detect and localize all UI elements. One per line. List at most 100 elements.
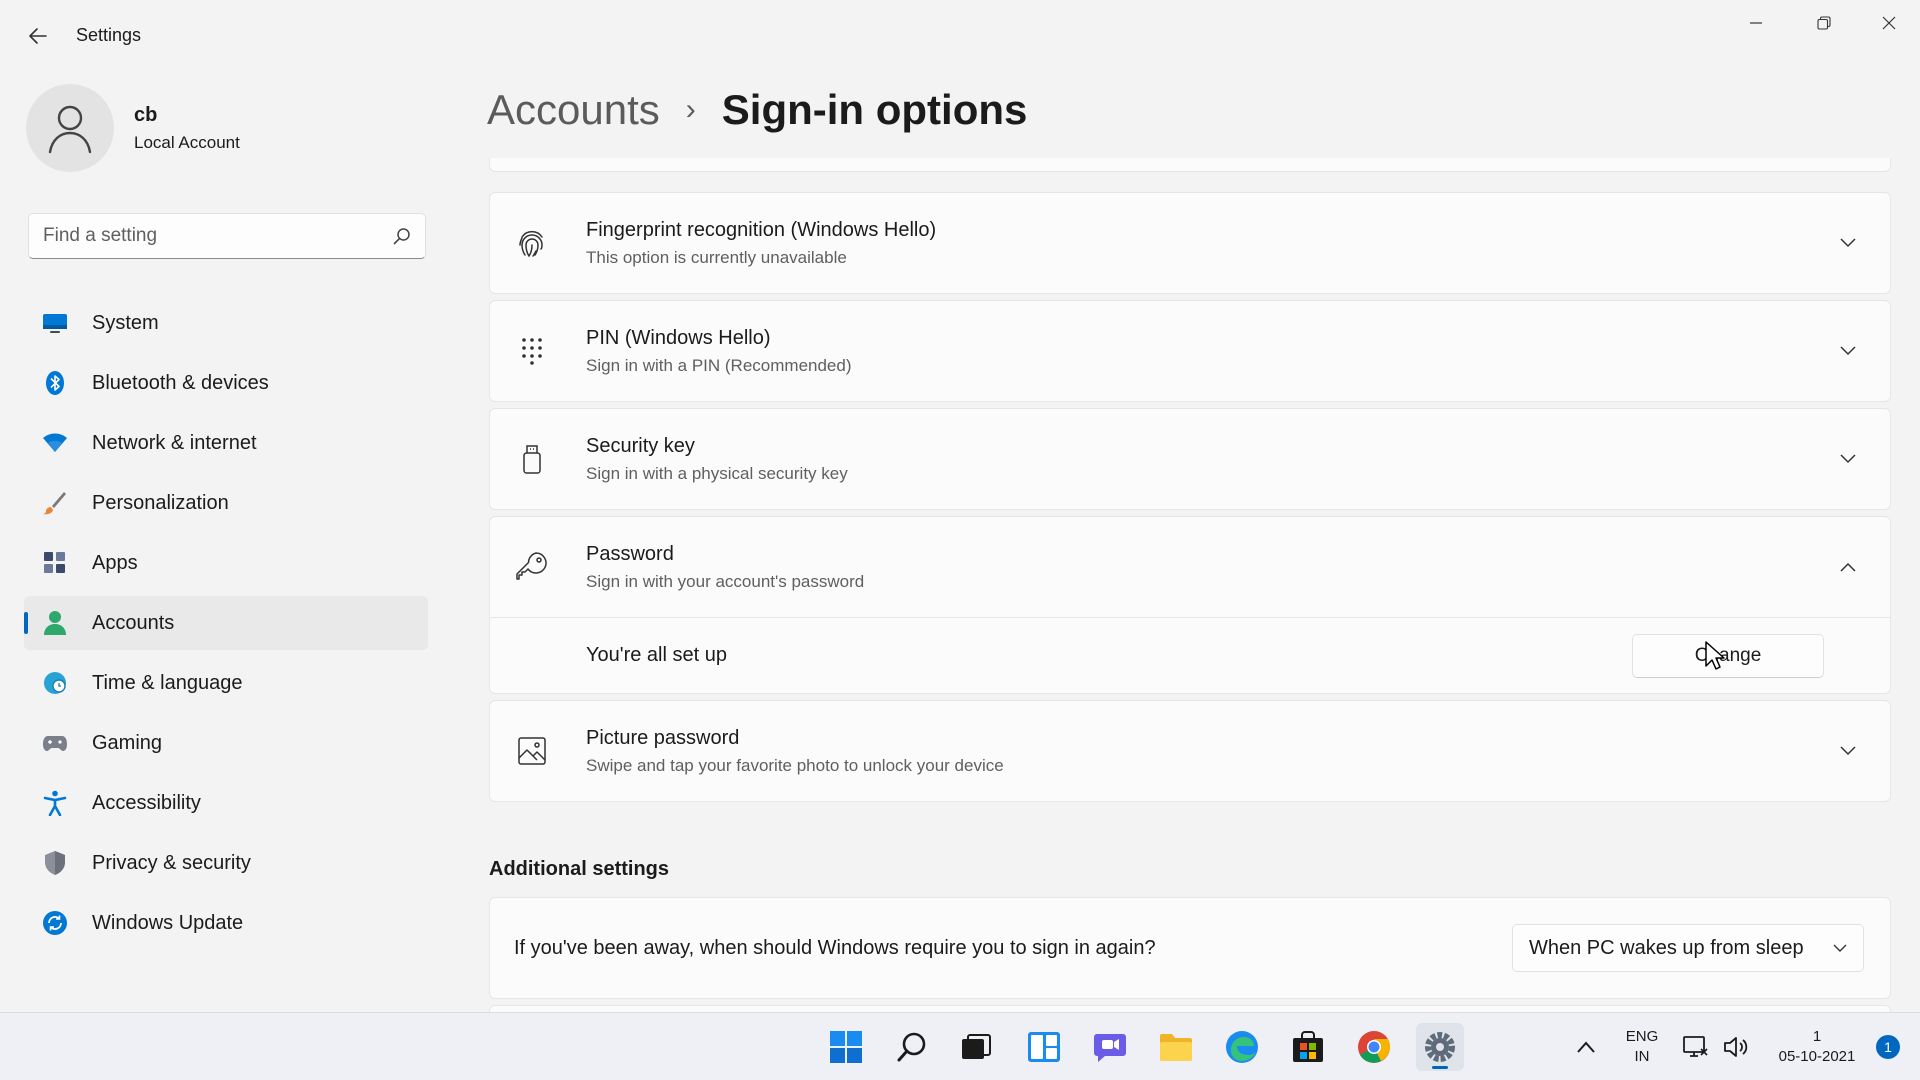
gamepad-icon xyxy=(42,730,68,756)
usb-key-icon xyxy=(512,443,552,475)
sidebar-item-system[interactable]: System xyxy=(24,296,428,350)
clock[interactable]: 1 05-10-2021 xyxy=(1762,1027,1872,1067)
chevron-down-icon xyxy=(1833,944,1847,952)
restore-icon xyxy=(1817,16,1831,30)
edge-button[interactable] xyxy=(1218,1023,1266,1071)
sidebar-item-label: Gaming xyxy=(92,731,163,754)
chevron-down-icon[interactable] xyxy=(1828,454,1868,464)
sidebar-item-network[interactable]: Network & internet xyxy=(24,416,428,470)
file-explorer-button[interactable] xyxy=(1152,1023,1200,1071)
option-password: Password Sign in with your account's pas… xyxy=(489,516,1891,694)
avatar xyxy=(26,84,114,172)
clock-time: 1 xyxy=(1812,1028,1822,1045)
sidebar-item-gaming[interactable]: Gaming xyxy=(24,716,428,770)
taskbar: ENG IN 1 05-10-2021 1 xyxy=(0,1012,1920,1080)
option-picture-password: Picture password Swipe and tap your favo… xyxy=(489,700,1891,802)
chat-button[interactable] xyxy=(1086,1023,1134,1071)
bluetooth-icon xyxy=(42,370,68,396)
sidebar-item-apps[interactable]: Apps xyxy=(24,536,428,590)
store-button[interactable] xyxy=(1284,1023,1332,1071)
option-title: Fingerprint recognition (Windows Hello) xyxy=(586,218,937,241)
scrolled-card-peek xyxy=(489,158,1891,172)
minimize-button[interactable] xyxy=(1722,0,1790,46)
sidebar-item-label: Accounts xyxy=(92,611,175,634)
language-indicator[interactable]: ENG IN xyxy=(1620,1027,1664,1067)
language-code: ENG xyxy=(1625,1028,1659,1045)
volume-tray-button[interactable] xyxy=(1716,1023,1756,1071)
additional-settings-heading: Additional settings xyxy=(489,858,669,880)
app-title: Settings xyxy=(76,25,142,45)
main-content: Fingerprint recognition (Windows Hello) … xyxy=(489,158,1891,1031)
chrome-icon xyxy=(1358,1031,1390,1063)
search-box[interactable] xyxy=(28,213,426,259)
option-title: Security key xyxy=(586,434,695,457)
edge-icon xyxy=(1226,1031,1258,1063)
sign-in-again-dropdown[interactable]: When PC wakes up from sleep xyxy=(1512,924,1864,972)
chevron-down-icon[interactable] xyxy=(1828,746,1868,756)
sign-in-again-setting: If you've been away, when should Windows… xyxy=(489,897,1891,999)
sidebar-item-label: Bluetooth & devices xyxy=(92,371,269,394)
settings-taskbar-button[interactable] xyxy=(1416,1023,1464,1071)
sidebar-item-personalization[interactable]: Personalization xyxy=(24,476,428,530)
file-explorer-icon xyxy=(1160,1034,1192,1061)
sidebar-item-bluetooth[interactable]: Bluetooth & devices xyxy=(24,356,428,410)
widgets-button[interactable] xyxy=(1020,1023,1068,1071)
profile-name: cb xyxy=(134,103,158,126)
keyboard-region: IN xyxy=(1634,1048,1650,1065)
restore-button[interactable] xyxy=(1790,0,1858,46)
option-subtitle: Sign in with a physical security key xyxy=(586,463,848,483)
dropdown-selected-value: When PC wakes up from sleep xyxy=(1529,936,1804,959)
search-icon[interactable] xyxy=(393,227,411,245)
security-key-header[interactable]: Security key Sign in with a physical sec… xyxy=(490,409,1890,509)
notification-badge[interactable]: 1 xyxy=(1876,1035,1900,1059)
sidebar-item-label: Windows Update xyxy=(92,911,244,934)
sidebar-item-accounts[interactable]: Accounts xyxy=(24,596,428,650)
store-icon xyxy=(1293,1031,1323,1062)
picture-password-header[interactable]: Picture password Swipe and tap your favo… xyxy=(490,701,1890,801)
password-header[interactable]: Password Sign in with your account's pas… xyxy=(490,517,1890,617)
show-hidden-icons-button[interactable] xyxy=(1566,1023,1606,1071)
sidebar-item-label: Network & internet xyxy=(92,431,257,454)
accessibility-icon xyxy=(42,790,68,816)
key-icon xyxy=(512,551,552,583)
breadcrumb-parent[interactable]: Accounts xyxy=(487,86,660,134)
brush-icon xyxy=(42,490,68,516)
wifi-icon xyxy=(42,430,68,456)
change-password-button[interactable]: Change xyxy=(1632,633,1824,678)
option-title: Password xyxy=(586,542,674,565)
close-button[interactable] xyxy=(1858,0,1920,46)
windows-start-icon xyxy=(830,1031,862,1063)
sidebar-item-privacy[interactable]: Privacy & security xyxy=(24,836,428,890)
breadcrumb-separator: › xyxy=(685,93,696,126)
chevron-down-icon[interactable] xyxy=(1828,346,1868,356)
search-input[interactable] xyxy=(43,225,393,247)
network-monitor-icon xyxy=(1683,1036,1708,1057)
accounts-icon xyxy=(42,610,68,636)
start-button[interactable] xyxy=(822,1023,870,1071)
back-button[interactable] xyxy=(22,20,54,52)
option-title: Picture password xyxy=(586,726,740,749)
chevron-down-icon[interactable] xyxy=(1828,238,1868,248)
pin-keypad-icon xyxy=(512,337,552,365)
option-fingerprint: Fingerprint recognition (Windows Hello) … xyxy=(489,192,1891,294)
chrome-button[interactable] xyxy=(1350,1023,1398,1071)
settings-icon xyxy=(1425,1032,1455,1062)
network-tray-button[interactable] xyxy=(1676,1023,1716,1071)
task-view-icon xyxy=(962,1034,991,1059)
fingerprint-header[interactable]: Fingerprint recognition (Windows Hello) … xyxy=(490,193,1890,293)
task-view-button[interactable] xyxy=(952,1023,1000,1071)
sidebar-item-accessibility[interactable]: Accessibility xyxy=(24,776,428,830)
pin-header[interactable]: PIN (Windows Hello) Sign in with a PIN (… xyxy=(490,301,1890,401)
sidebar-item-label: Accessibility xyxy=(92,791,201,814)
sidebar-item-windows-update[interactable]: Windows Update xyxy=(24,896,428,950)
volume-icon xyxy=(1724,1037,1748,1057)
page-title: Sign-in options xyxy=(721,86,1028,133)
chevron-up-icon xyxy=(1577,1041,1595,1053)
profile[interactable]: cb Local Account xyxy=(26,84,240,172)
taskbar-search-button[interactable] xyxy=(888,1023,936,1071)
chevron-up-icon[interactable] xyxy=(1828,562,1868,572)
minimize-icon xyxy=(1750,22,1762,24)
sidebar-item-time-language[interactable]: Time & language xyxy=(24,656,428,710)
sidebar-item-label: Time & language xyxy=(92,671,243,694)
password-status: You're all set up xyxy=(586,644,727,666)
